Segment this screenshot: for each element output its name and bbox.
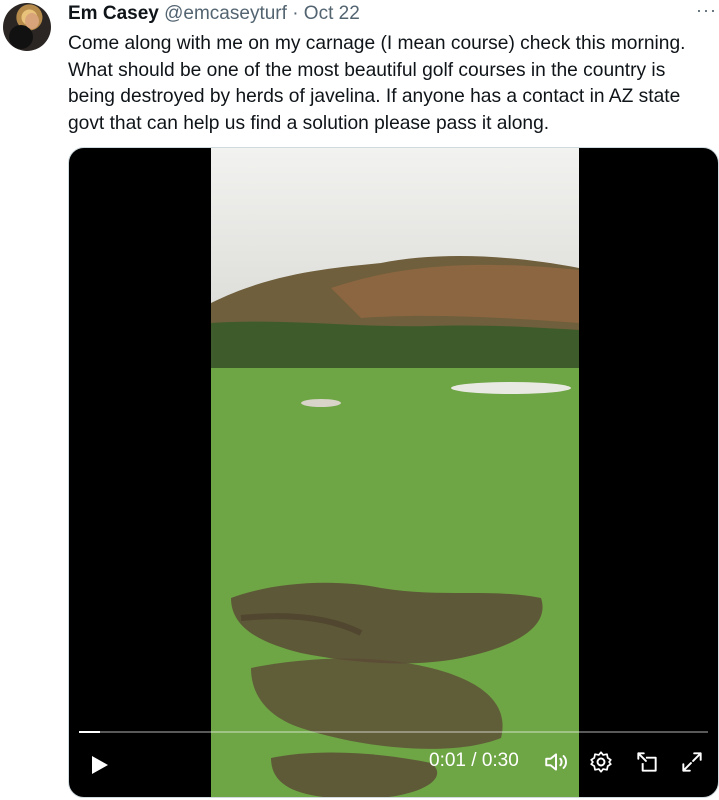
pop-out-icon[interactable]	[634, 749, 660, 775]
video-time-display: 0:01 / 0:30	[429, 750, 519, 771]
video-hillside	[211, 256, 579, 388]
video-progress-bar[interactable]	[79, 731, 708, 733]
tweet-text: Come along with me on my carnage (I mean…	[68, 33, 686, 134]
settings-icon[interactable]	[588, 749, 614, 775]
video-controls: 0:01 / 0:30	[69, 737, 718, 797]
avatar-face-shape	[25, 13, 39, 29]
tweet-header: Em Casey @emcaseyturf · Oct 22	[68, 2, 360, 26]
more-options-icon[interactable]: ···	[696, 0, 717, 21]
fullscreen-icon[interactable]	[679, 749, 705, 775]
video-player[interactable]: 0:01 / 0:30	[68, 147, 719, 798]
author-name[interactable]: Em Casey	[68, 3, 159, 24]
play-icon[interactable]	[87, 753, 111, 777]
tweet-date[interactable]: Oct 22	[304, 3, 360, 24]
video-frame[interactable]	[211, 148, 579, 797]
avatar[interactable]	[3, 3, 51, 51]
video-progress-fill	[79, 731, 100, 733]
volume-icon[interactable]	[543, 749, 569, 775]
author-handle[interactable]: @emcaseyturf	[164, 3, 287, 24]
header-separator: ·	[292, 3, 299, 24]
